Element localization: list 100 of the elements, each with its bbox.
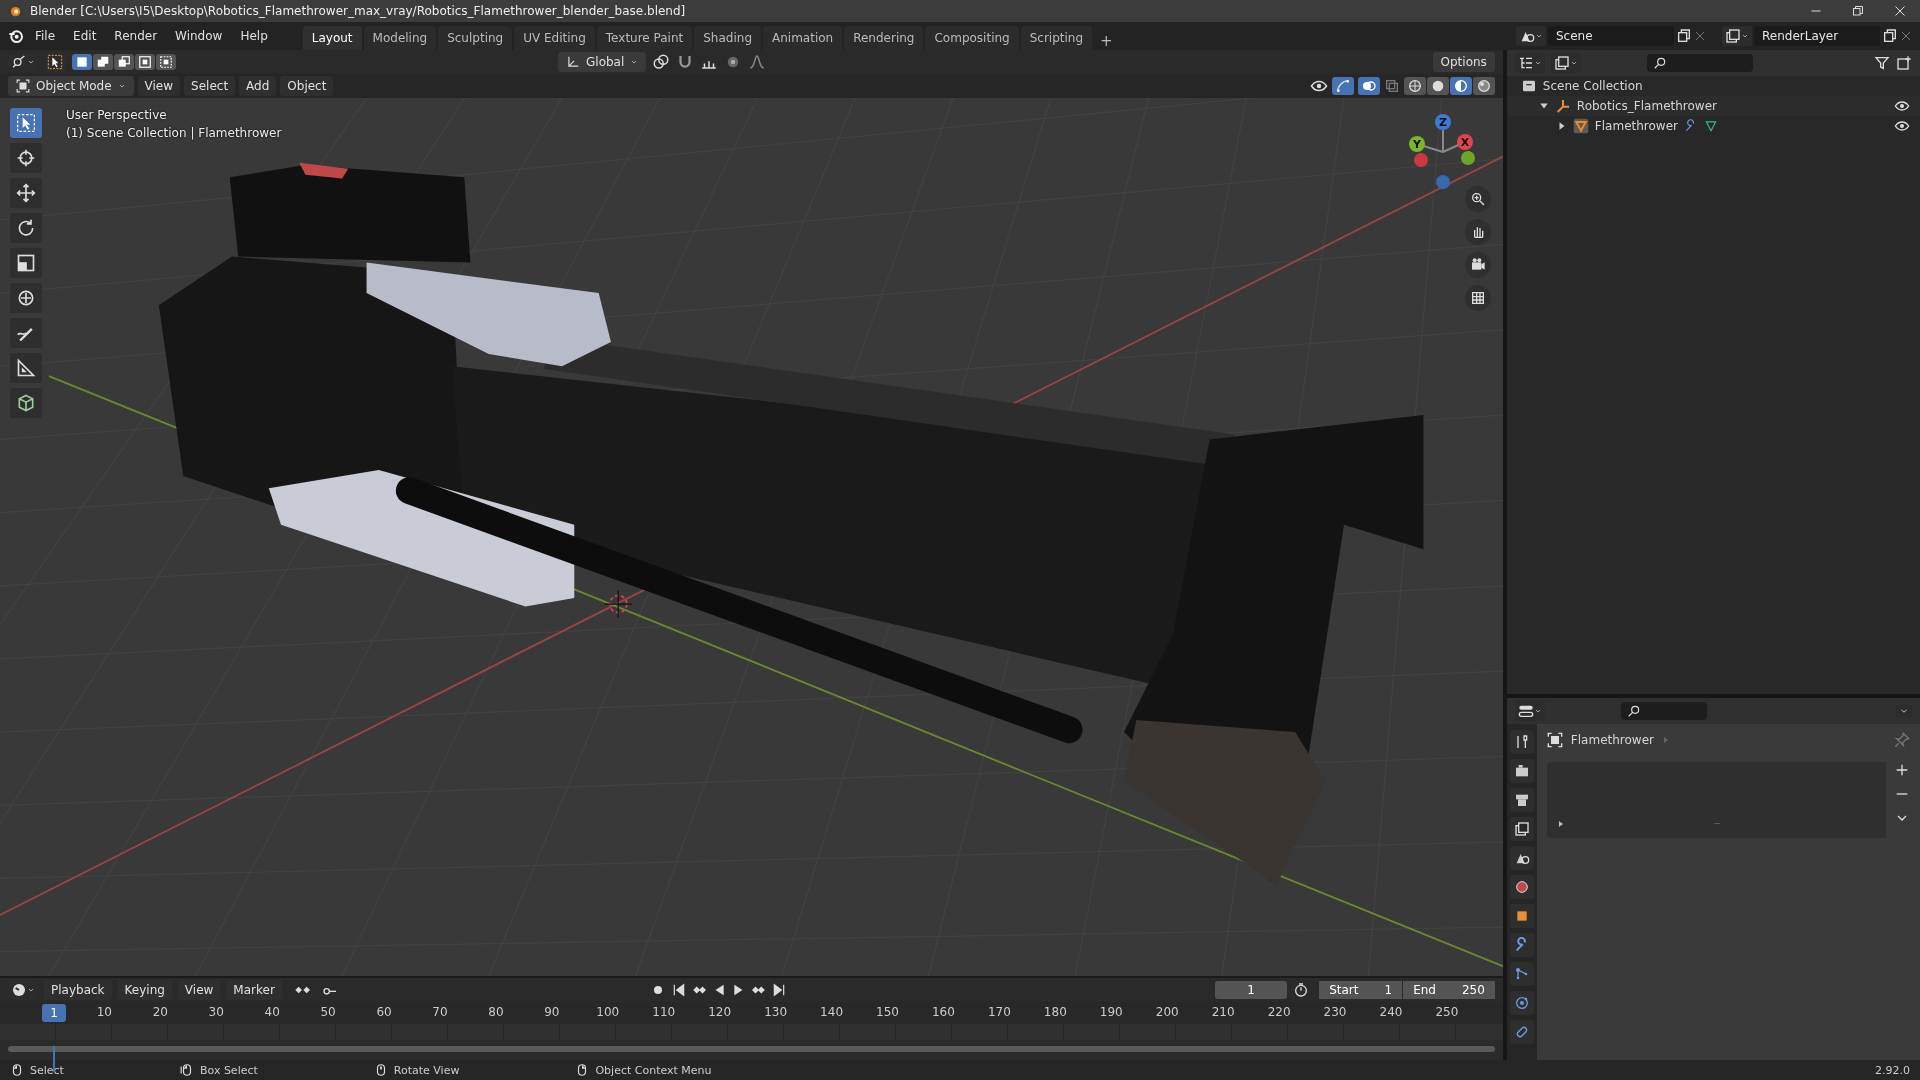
selection-mode-button[interactable] bbox=[135, 54, 155, 70]
properties-tab[interactable] bbox=[1509, 1020, 1534, 1044]
playhead[interactable]: 1 bbox=[42, 1004, 66, 1022]
plus-icon[interactable] bbox=[1894, 762, 1910, 778]
orientation-dropdown[interactable]: Global bbox=[558, 52, 647, 72]
menu-item[interactable]: Playback bbox=[44, 980, 112, 1000]
menu-item[interactable]: View bbox=[137, 76, 181, 96]
shading-mode-button[interactable] bbox=[1426, 77, 1449, 95]
menu-item[interactable]: Keying bbox=[117, 980, 172, 1000]
editor-type-selector[interactable] bbox=[1514, 53, 1545, 73]
grid-button[interactable] bbox=[1464, 285, 1491, 311]
search-field[interactable] bbox=[1620, 702, 1707, 720]
overlay-toggle[interactable] bbox=[1357, 77, 1380, 95]
tool-button[interactable] bbox=[10, 248, 42, 278]
workspace-tab[interactable]: Scripting bbox=[1020, 26, 1093, 50]
stopwatch-icon[interactable] bbox=[1293, 982, 1310, 998]
eye-icon[interactable] bbox=[1894, 118, 1910, 134]
properties-tab[interactable] bbox=[1509, 817, 1534, 841]
axis-handle[interactable] bbox=[1413, 153, 1428, 167]
zoom-button[interactable] bbox=[1464, 186, 1491, 212]
selection-mode-button[interactable] bbox=[114, 54, 134, 70]
editor-type-selector[interactable] bbox=[1514, 701, 1545, 721]
hand-button[interactable] bbox=[1464, 219, 1491, 245]
options-dropdown[interactable]: Options bbox=[1432, 52, 1495, 72]
view-layer-field[interactable]: RenderLayer bbox=[1754, 26, 1880, 46]
tool-button[interactable] bbox=[10, 353, 42, 383]
workspace-tab[interactable]: Shading bbox=[694, 26, 761, 50]
pivot-icon[interactable] bbox=[652, 53, 671, 71]
outliner-item[interactable]: Flamethrower bbox=[1594, 119, 1678, 133]
falloff-curve-icon[interactable] bbox=[748, 53, 767, 71]
workspace-tab[interactable]: UV Editing bbox=[514, 26, 595, 50]
properties-tab[interactable] bbox=[1509, 991, 1534, 1015]
start-frame-field[interactable]: Start 1 bbox=[1319, 981, 1403, 999]
select-tool-button[interactable] bbox=[44, 52, 66, 72]
menu-item[interactable]: Window bbox=[168, 26, 230, 46]
scrollbar[interactable] bbox=[8, 1046, 1495, 1052]
workspace-tab[interactable]: Compositing bbox=[925, 26, 1019, 50]
display-mode-selector[interactable] bbox=[1550, 53, 1581, 73]
menu-item[interactable]: File bbox=[28, 26, 63, 46]
selection-mode-button[interactable] bbox=[93, 54, 113, 70]
properties-tab[interactable] bbox=[1509, 759, 1534, 783]
shading-mode-button[interactable] bbox=[1449, 77, 1472, 95]
tool-button[interactable] bbox=[10, 283, 42, 313]
selection-mode-button[interactable] bbox=[156, 54, 176, 70]
scene-field[interactable]: Scene bbox=[1548, 26, 1674, 46]
mode-dropdown[interactable]: Object Mode bbox=[8, 76, 134, 96]
axis-handle[interactable] bbox=[1456, 134, 1473, 150]
jump-start-icon[interactable] bbox=[671, 983, 686, 997]
current-frame-field[interactable]: 1 bbox=[1215, 981, 1288, 999]
axis-handle[interactable] bbox=[1435, 175, 1450, 189]
tool-button[interactable] bbox=[10, 178, 42, 208]
workspace-tab[interactable]: Layout bbox=[302, 26, 362, 50]
properties-tab[interactable] bbox=[1509, 788, 1534, 812]
menu-item[interactable]: Edit bbox=[66, 26, 104, 46]
axis-handle[interactable] bbox=[1434, 114, 1451, 130]
shading-mode-button[interactable] bbox=[1403, 77, 1426, 95]
copy-icon[interactable] bbox=[1882, 28, 1898, 44]
camera-button[interactable] bbox=[1464, 252, 1491, 278]
workspace-tab[interactable]: Modeling bbox=[363, 26, 437, 50]
menu-item[interactable]: Select bbox=[184, 76, 236, 96]
axis-handle[interactable] bbox=[1408, 136, 1425, 152]
workspace-tab[interactable]: Texture Paint bbox=[596, 26, 693, 50]
shading-mode-button[interactable] bbox=[1472, 77, 1495, 95]
properties-tab[interactable] bbox=[1509, 846, 1534, 870]
tool-button[interactable] bbox=[10, 318, 42, 348]
eye-icon[interactable] bbox=[1894, 98, 1910, 114]
properties-tab[interactable] bbox=[1509, 962, 1534, 986]
search-field[interactable] bbox=[1646, 54, 1753, 72]
close-icon[interactable] bbox=[1694, 30, 1706, 42]
properties-tab[interactable] bbox=[1509, 875, 1534, 899]
new-collection-icon[interactable] bbox=[1896, 55, 1912, 71]
close-icon[interactable] bbox=[1900, 30, 1912, 42]
tool-button[interactable] bbox=[10, 388, 42, 418]
menu-item[interactable]: Render bbox=[107, 26, 165, 46]
image-stack-selector[interactable] bbox=[1722, 26, 1752, 46]
expand-arrow-icon[interactable] bbox=[1556, 820, 1565, 828]
menu-item[interactable]: View bbox=[177, 980, 221, 1000]
tool-button[interactable] bbox=[10, 143, 42, 173]
menu-item[interactable]: Marker bbox=[226, 980, 282, 1000]
tool-button[interactable] bbox=[10, 213, 42, 243]
menu-item[interactable]: Help bbox=[233, 26, 275, 46]
jump-end-icon[interactable] bbox=[771, 983, 786, 997]
properties-tab[interactable] bbox=[1509, 933, 1534, 957]
add-workspace-button[interactable]: + bbox=[1094, 32, 1119, 50]
workspace-tab[interactable]: Rendering bbox=[844, 26, 924, 50]
axis-handle[interactable] bbox=[1460, 151, 1475, 165]
pin-icon[interactable] bbox=[1894, 732, 1910, 748]
expanded-arrow-icon[interactable] bbox=[1538, 101, 1549, 111]
selection-mode-button[interactable] bbox=[72, 54, 92, 70]
outliner-item[interactable]: Scene Collection bbox=[1542, 79, 1643, 93]
tool-button[interactable] bbox=[10, 108, 42, 138]
filter-icon[interactable] bbox=[1874, 55, 1890, 71]
restore-icon[interactable] bbox=[1852, 5, 1864, 17]
properties-tab[interactable] bbox=[1509, 730, 1534, 754]
menu-item[interactable]: Add bbox=[239, 76, 277, 96]
xray-icon[interactable] bbox=[1383, 78, 1400, 94]
properties-tab[interactable] bbox=[1509, 904, 1534, 928]
copy-icon[interactable] bbox=[1676, 28, 1692, 44]
end-frame-field[interactable]: End 250 bbox=[1403, 981, 1495, 999]
workspace-tab[interactable]: Animation bbox=[763, 26, 843, 50]
